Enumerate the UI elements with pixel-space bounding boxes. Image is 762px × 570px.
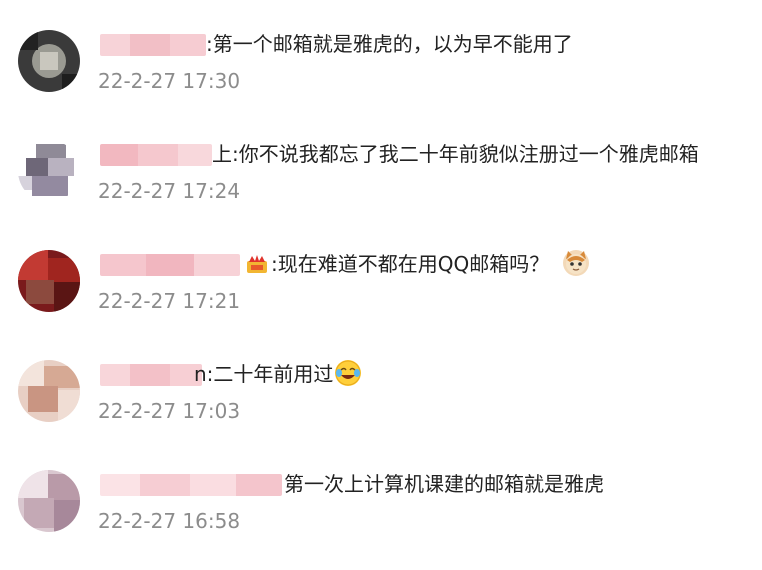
crown-badge-icon xyxy=(246,253,268,273)
comment-timestamp: 22-2-27 17:30 xyxy=(98,69,241,93)
comment-text: 第一次上计算机课建的邮箱就是雅虎 xyxy=(284,472,604,496)
comment-item: 第一次上计算机课建的邮箱就是雅虎 22-2-27 16:58 xyxy=(0,470,762,570)
comment-timestamp: 22-2-27 17:24 xyxy=(98,179,241,203)
avatar[interactable] xyxy=(18,360,80,422)
comment-text: :现在难道不都在用QQ邮箱吗？ xyxy=(271,252,550,276)
comment-text: 上:你不说我都忘了我二十年前貌似注册过一个雅虎邮箱 xyxy=(212,142,699,166)
comment-item: :第一个邮箱就是雅虎的，以为早不能用了 22-2-27 17:30 xyxy=(0,30,762,130)
username-blurred[interactable] xyxy=(100,364,202,386)
comment-text-row: n:二十年前用过 xyxy=(194,360,362,388)
avatar[interactable] xyxy=(18,140,80,202)
comment-timestamp: 22-2-27 17:21 xyxy=(98,289,241,313)
comment-item: n:二十年前用过 22-2-27 17:03 xyxy=(0,360,762,460)
comment-text-row: :现在难道不都在用QQ邮箱吗？ xyxy=(246,250,590,278)
comment-text: :第一个邮箱就是雅虎的，以为早不能用了 xyxy=(206,32,573,56)
username-blurred[interactable] xyxy=(100,34,206,56)
username-blurred[interactable] xyxy=(100,254,240,276)
laugh-cry-emoji-icon xyxy=(335,360,362,386)
avatar[interactable] xyxy=(18,30,80,92)
comment-timestamp: 22-2-27 16:58 xyxy=(98,509,241,533)
avatar[interactable] xyxy=(18,250,80,312)
username-blurred[interactable] xyxy=(100,474,282,496)
comment-item: :现在难道不都在用QQ邮箱吗？ 22-2-27 17:21 xyxy=(0,250,762,350)
username-blurred[interactable] xyxy=(100,144,212,166)
cat-emoji-icon xyxy=(563,250,590,276)
avatar[interactable] xyxy=(18,470,80,532)
comment-timestamp: 22-2-27 17:03 xyxy=(98,399,241,423)
comment-item: 上:你不说我都忘了我二十年前貌似注册过一个雅虎邮箱 22-2-27 17:24 xyxy=(0,140,762,240)
comment-text: n:二十年前用过 xyxy=(194,362,334,386)
